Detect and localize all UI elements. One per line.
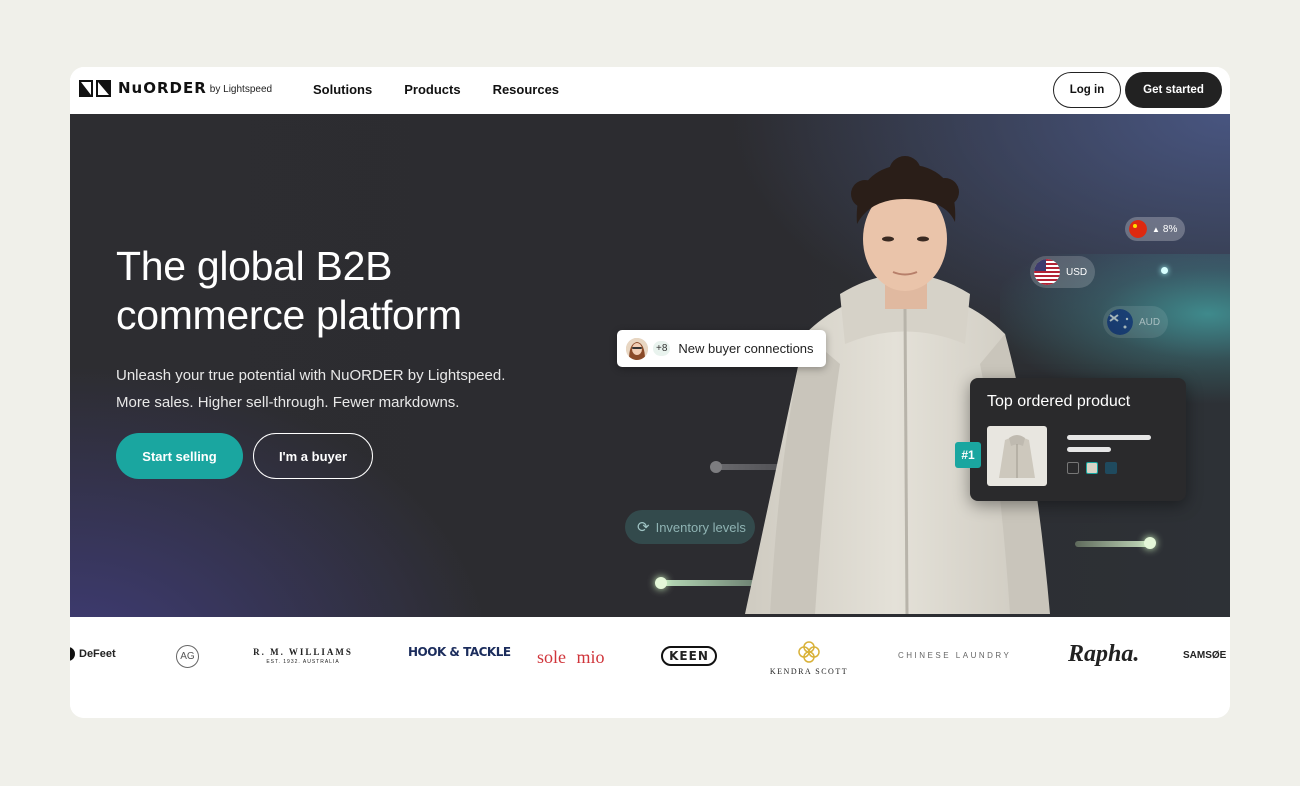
up-arrow-icon: ▲ [1152, 224, 1160, 234]
product-detail-bar [1067, 435, 1151, 440]
inventory-label: Inventory levels [655, 519, 746, 535]
brand-logo-rapha: Rapha. [1068, 641, 1139, 668]
im-a-buyer-button[interactable]: I'm a buyer [253, 433, 373, 479]
brand-solemio-text: sole mio [537, 647, 605, 667]
aud-currency-pill: AUD [1103, 306, 1169, 338]
brand-logo-chinese-laundry: CHINESE LAUNDRY [898, 651, 1011, 660]
get-started-button[interactable]: Get started [1125, 72, 1222, 108]
brand-hook-tackle-text: HOOK & TACKLE [408, 645, 511, 659]
brand-logo-solemio: sole mio [537, 647, 605, 668]
color-swatch [1086, 462, 1098, 474]
australia-flag-icon [1107, 309, 1133, 335]
subtitle-line-2: More sales. Higher sell-through. Fewer m… [116, 394, 460, 411]
defeet-circle-icon [70, 647, 75, 661]
cn-change-value: 8% [1162, 223, 1178, 235]
aud-label: AUD [1139, 316, 1161, 328]
hero-headline: The global B2B commerce platform [116, 242, 462, 340]
menu-item-products[interactable]: Products [404, 82, 460, 97]
product-detail-bar [1067, 447, 1111, 452]
track-dot [710, 461, 722, 473]
usd-currency-pill: USD [1030, 256, 1096, 288]
headline-line-1: The global B2B [116, 243, 393, 289]
inventory-levels-chip: ⟳ Inventory levels [625, 510, 755, 544]
brand-chinese-laundry-text: CHINESE LAUNDRY [898, 651, 1012, 660]
login-button[interactable]: Log in [1053, 72, 1121, 108]
start-selling-button[interactable]: Start selling [116, 433, 243, 479]
brand-logo-kendra-scott: KENDRA SCOTT [768, 639, 850, 676]
connections-label: New buyer connections [678, 341, 814, 356]
brand-logo-hook-tackle: HOOK & TACKLE [408, 646, 511, 658]
top-nav: NuORDER by Lightspeed Solutions Products… [70, 67, 1230, 114]
new-buyer-connections-card: +8 New buyer connections [617, 330, 826, 367]
menu-item-solutions[interactable]: Solutions [313, 82, 372, 97]
headline-line-2: commerce platform [116, 292, 462, 338]
usd-label: USD [1066, 266, 1088, 278]
brand-keen-text: KEEN [669, 649, 709, 663]
track-line [1075, 541, 1153, 547]
track-dot [1161, 267, 1168, 274]
top-ordered-product-card: Top ordered product [970, 378, 1186, 501]
brand-rmwilliams-sub: EST. 1932. AUSTRALIA [266, 659, 340, 665]
brand-logo-ag: AG [176, 645, 199, 668]
brand-logo-keen: KEEN [661, 646, 717, 666]
brand-rmwilliams-text: R. M. WILLIAMS [253, 647, 353, 657]
china-flag-icon [1129, 220, 1147, 238]
brand-kendra-text: KENDRA SCOTT [769, 667, 849, 676]
us-flag-icon [1034, 259, 1060, 285]
brand-samsoe-text: SAMSØE [1183, 650, 1227, 661]
top-product-title: Top ordered product [987, 393, 1131, 410]
buyer-avatar [626, 337, 648, 360]
brand-logo-defeet: DeFeet [70, 647, 116, 661]
refresh-icon: ⟳ [637, 519, 650, 536]
brand-defeet-text: DeFeet [79, 648, 116, 660]
logo-wordmark: NuORDER [118, 79, 207, 97]
color-swatch [1067, 462, 1079, 474]
brand-logo-rmwilliams: R. M. WILLIAMS EST. 1932. AUSTRALIA [250, 647, 356, 665]
brand-logo-strip: DeFeet AG R. M. WILLIAMS EST. 1932. AUST… [70, 617, 1230, 718]
brand-rapha-text: Rapha. [1068, 641, 1140, 667]
color-swatch [1105, 462, 1117, 474]
browser-page: NuORDER by Lightspeed Solutions Products… [70, 67, 1230, 718]
subtitle-line-1: Unleash your true potential with NuORDER… [116, 367, 506, 384]
hero-section: The global B2B commerce platform Unleash… [70, 114, 1230, 617]
connections-count: +8 [653, 341, 671, 356]
nuorder-logo[interactable]: NuORDER by Lightspeed [79, 79, 272, 97]
main-menu: Solutions Products Resources [313, 82, 559, 97]
hero-subtitle: Unleash your true potential with NuORDER… [116, 362, 505, 416]
nuorder-logo-mark-icon [79, 79, 111, 97]
brand-logo-samsoe: SAMSØE [1183, 650, 1226, 661]
track-dot [1144, 537, 1156, 549]
menu-item-resources[interactable]: Resources [493, 82, 559, 97]
china-change-pill: ▲ 8% [1125, 217, 1186, 241]
logo-byline: by Lightspeed [209, 84, 273, 95]
kendra-scott-emblem-icon [798, 641, 820, 663]
rank-badge: #1 [955, 442, 981, 468]
track-dot [655, 577, 667, 589]
product-thumbnail [987, 426, 1047, 486]
brand-ag-text: AG [180, 651, 195, 662]
